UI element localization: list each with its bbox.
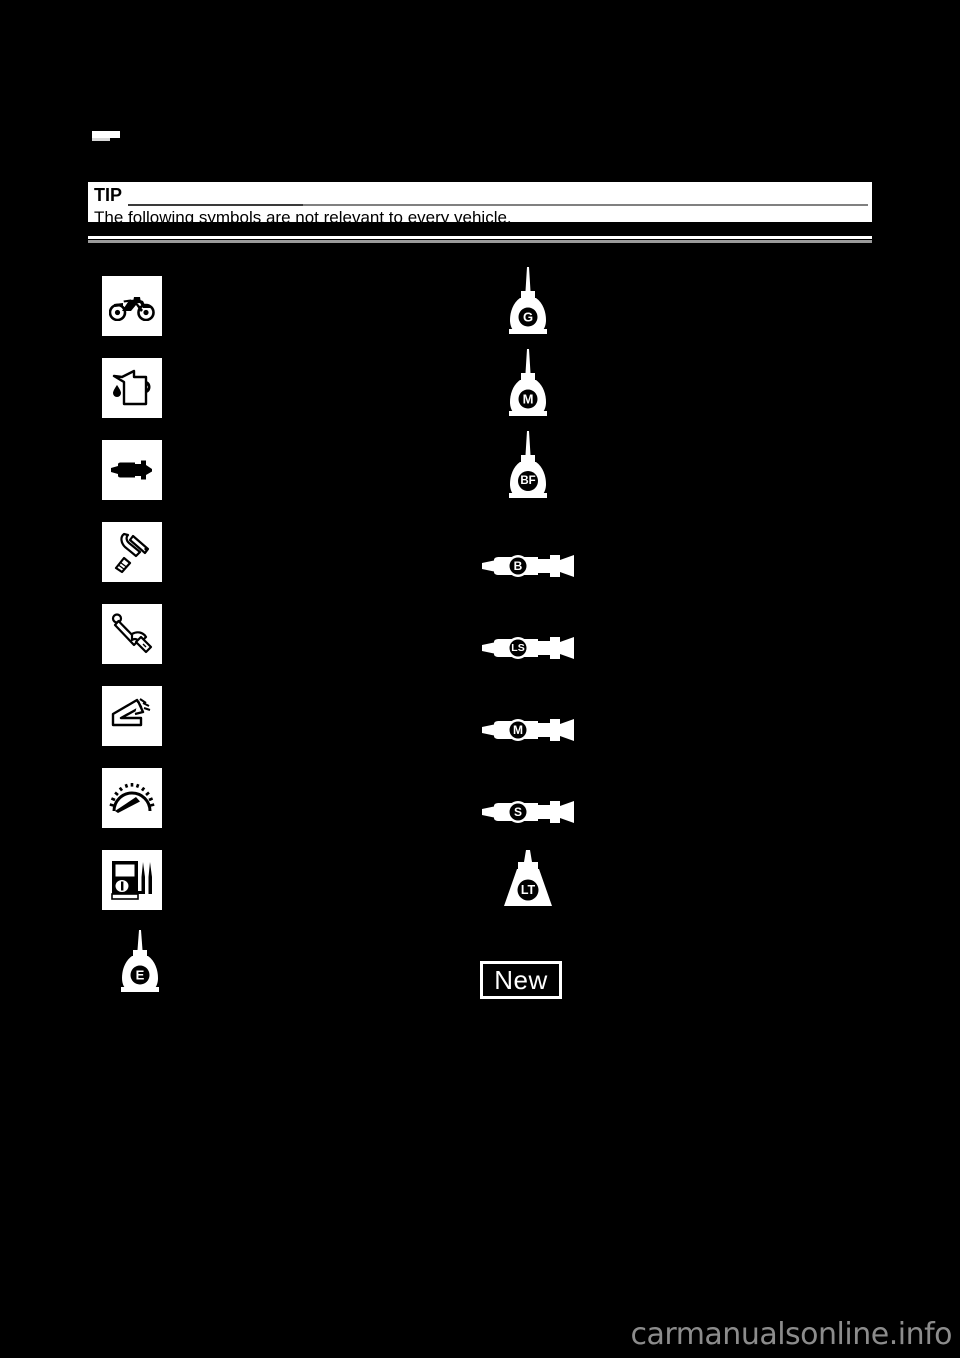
wear-limit-icon — [100, 684, 164, 748]
tip-closing-rule-bottom — [88, 240, 872, 243]
symbol-cell-wear-limit — [96, 680, 168, 752]
grease-tube-letter: M — [513, 723, 523, 737]
oil-bottle-letter: E — [136, 968, 145, 983]
symbol-cell-engine-oil: E — [104, 926, 176, 998]
oil-can-icon — [100, 356, 164, 420]
symbol-cell-lubricant — [96, 434, 168, 506]
tip-body-text: The following symbols are not relevant t… — [94, 208, 512, 222]
symbol-cell-silicone-grease: S — [478, 776, 578, 848]
page-heading-sliver — [92, 131, 120, 138]
symbol-row — [96, 516, 476, 598]
symbol-column-left: E — [96, 270, 476, 1008]
grease-tube-icon: S — [478, 797, 578, 827]
manual-page: TIP The following symbols are not releva… — [0, 0, 960, 1358]
symbol-cell-locking-agent: LT — [492, 844, 564, 916]
symbol-row: BF — [470, 431, 870, 516]
symbol-row — [96, 762, 476, 844]
oil-bottle-letter: G — [523, 310, 533, 325]
grease-tube-letter: S — [514, 805, 522, 819]
tip-rule-dark-segment — [128, 204, 303, 206]
symbol-row: M — [470, 680, 870, 762]
symbol-cell-molybdenum-grease: M — [478, 694, 578, 766]
symbol-row: S — [470, 762, 870, 844]
multimeter-icon — [100, 848, 164, 912]
symbol-row — [96, 270, 476, 352]
oil-bottle-icon: M — [496, 348, 560, 420]
tip-closing-rule-top — [88, 236, 872, 239]
symbol-row: LS — [470, 598, 870, 680]
symbol-cell-vehicle — [96, 270, 168, 342]
grease-tube-letter: B — [514, 559, 523, 573]
symbol-cell-engine-speed — [96, 762, 168, 834]
symbol-row — [96, 598, 476, 680]
symbol-row: LT — [470, 844, 870, 926]
oil-bottle-letter: BF — [520, 475, 535, 487]
site-watermark: carmanualsonline.info — [630, 1317, 953, 1352]
symbol-row: B — [470, 516, 870, 598]
tip-callout-header: TIP — [88, 182, 872, 208]
grease-tube-icon: LS — [478, 633, 578, 663]
grease-tube-letter: LS — [511, 642, 524, 654]
tip-label: TIP — [94, 185, 123, 205]
symbol-row: M — [470, 349, 870, 434]
page-heading-sliver-secondary — [92, 138, 110, 141]
symbol-row: New — [470, 926, 870, 1008]
symbol-row — [96, 434, 476, 516]
symbol-cell-tightening — [96, 598, 168, 670]
symbol-row — [96, 844, 476, 926]
grease-tube-icon: B — [478, 551, 578, 581]
locking-agent-icon: LT — [496, 844, 560, 916]
symbol-cell-wheel-bearing: B — [478, 530, 578, 602]
symbol-cell-molybdenum-oil: M — [492, 348, 564, 420]
symbol-cell-fluid-refill — [96, 352, 168, 424]
symbol-column-right: G M BF B LS M S LT New — [470, 267, 870, 1008]
new-tag: New — [480, 961, 562, 999]
symbol-cell-electrical — [96, 844, 168, 916]
oil-bottle-icon: E — [108, 926, 172, 998]
torque-wrench-icon — [100, 602, 164, 666]
symbol-row — [96, 680, 476, 762]
grease-gun-icon — [100, 438, 164, 502]
special-tool-icon — [100, 520, 164, 584]
motorcycle-icon — [100, 274, 164, 338]
symbol-cell-replace-new: New — [476, 944, 566, 1016]
symbol-cell-lithium-soap: LS — [478, 612, 578, 684]
tachometer-icon — [100, 766, 164, 830]
symbol-row: E — [96, 926, 476, 1008]
symbol-cell-special-tool — [96, 516, 168, 588]
grease-tube-icon: M — [478, 715, 578, 745]
symbol-row — [96, 352, 476, 434]
oil-bottle-letter: M — [523, 392, 534, 407]
locking-agent-letter: LT — [521, 883, 536, 897]
symbol-cell-brake-fluid: BF — [492, 430, 564, 502]
symbol-cell-gear-oil: G — [492, 266, 564, 338]
tip-body-band: The following symbols are not relevant t… — [88, 208, 872, 222]
oil-bottle-icon: G — [496, 266, 560, 338]
symbol-row: G — [470, 267, 870, 352]
oil-bottle-icon: BF — [496, 430, 560, 502]
